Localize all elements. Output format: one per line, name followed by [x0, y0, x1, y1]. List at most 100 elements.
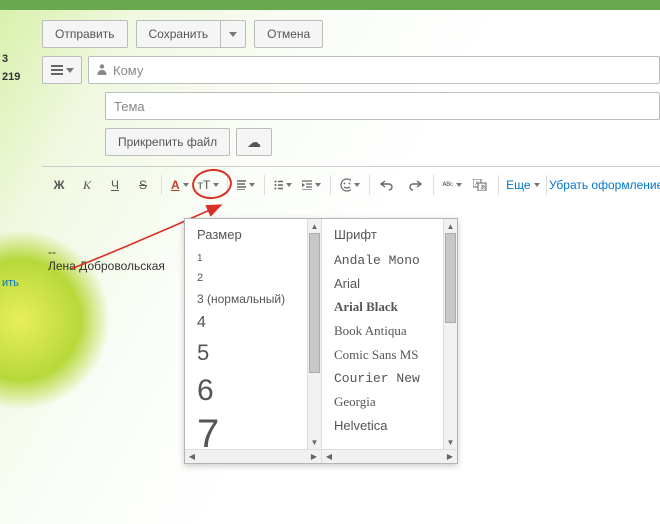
- scroll-down-icon[interactable]: ▼: [308, 435, 321, 449]
- font-option-arial-black[interactable]: Arial Black: [322, 295, 443, 319]
- scroll-left-icon[interactable]: ◀: [322, 450, 336, 463]
- attach-file-button[interactable]: Прикрепить файл: [105, 128, 230, 156]
- redo-icon: [408, 179, 422, 191]
- spellcheck-button[interactable]: ᴬᴮᶜ: [439, 173, 465, 197]
- size-option-6[interactable]: 6: [185, 370, 307, 412]
- underline-button[interactable]: Ч: [102, 173, 128, 197]
- indent-icon: [302, 180, 311, 190]
- chevron-down-icon: [229, 32, 237, 37]
- italic-button[interactable]: К: [74, 173, 100, 197]
- font-header: Шрифт: [322, 219, 457, 249]
- sidebar-link-fragment[interactable]: ить: [0, 274, 21, 292]
- separator: [227, 175, 228, 195]
- redo-button[interactable]: [402, 173, 428, 197]
- scrollbar-thumb[interactable]: [309, 233, 320, 373]
- sidebar-count-2: 219: [0, 68, 30, 86]
- to-placeholder: Кому: [113, 63, 143, 78]
- left-sidebar: 3 219 ить: [0, 50, 30, 86]
- font-option-georgia[interactable]: Georgia: [322, 390, 443, 414]
- font-option-comic-sans[interactable]: Comic Sans MS: [322, 343, 443, 367]
- person-icon: [97, 63, 107, 78]
- to-field[interactable]: Кому: [88, 56, 660, 84]
- scroll-right-icon[interactable]: ▶: [307, 450, 321, 463]
- bold-button[interactable]: Ж: [46, 173, 72, 197]
- align-left-icon: [237, 180, 246, 190]
- font-option-andale[interactable]: Andale Mono: [322, 249, 443, 272]
- font-option-arial[interactable]: Arial: [322, 272, 443, 295]
- size-hscrollbar[interactable]: ◀ ▶: [185, 449, 321, 463]
- smiley-icon: [340, 178, 351, 192]
- separator: [369, 175, 370, 195]
- subject-placeholder: Тема: [114, 99, 145, 114]
- size-option-2[interactable]: 2: [185, 268, 307, 288]
- send-button[interactable]: Отправить: [42, 20, 128, 48]
- scroll-down-icon[interactable]: ▼: [444, 435, 457, 449]
- translate-icon: Aあ: [473, 179, 487, 191]
- list-button[interactable]: [270, 173, 296, 197]
- chevron-down-icon: [315, 183, 321, 187]
- separator: [330, 175, 331, 195]
- font-option-helvetica[interactable]: Helvetica: [322, 414, 443, 437]
- list-icon: [274, 180, 283, 190]
- chevron-down-icon: [66, 68, 74, 73]
- font-size-dropdown: Размер 1 2 3 (нормальный) 4 5 6 7 ▲ ▼ ◀ …: [184, 218, 458, 464]
- separator: [161, 175, 162, 195]
- scroll-left-icon[interactable]: ◀: [185, 450, 199, 463]
- chevron-down-icon: [213, 183, 219, 187]
- save-label: Сохранить: [137, 27, 221, 41]
- scroll-up-icon[interactable]: ▲: [308, 219, 321, 233]
- size-option-5[interactable]: 5: [185, 336, 307, 370]
- separator: [264, 175, 265, 195]
- undo-icon: [380, 179, 394, 191]
- chevron-down-icon: [249, 183, 255, 187]
- size-option-4[interactable]: 4: [185, 310, 307, 336]
- chevron-down-icon: [534, 183, 540, 187]
- strikethrough-button[interactable]: S: [130, 173, 156, 197]
- font-size-button[interactable]: тТ: [195, 173, 222, 197]
- cloud-icon: ☁: [247, 134, 261, 151]
- chevron-down-icon: [456, 183, 462, 187]
- separator: [433, 175, 434, 195]
- svg-text:あ: あ: [480, 185, 486, 192]
- chevron-down-icon: [354, 183, 360, 187]
- size-option-3[interactable]: 3 (нормальный): [185, 288, 307, 310]
- more-button[interactable]: Еще: [504, 173, 541, 197]
- undo-button[interactable]: [374, 173, 400, 197]
- align-button[interactable]: [233, 173, 259, 197]
- size-option-1[interactable]: 1: [185, 249, 307, 268]
- app-header-bar: [0, 0, 660, 10]
- remove-formatting-button[interactable]: Убрать оформление: [552, 173, 660, 197]
- size-header: Размер: [185, 219, 321, 249]
- scrollbar-thumb[interactable]: [445, 233, 456, 323]
- size-scrollbar[interactable]: ▲ ▼: [307, 219, 321, 449]
- scroll-up-icon[interactable]: ▲: [444, 219, 457, 233]
- translate-button[interactable]: Aあ: [467, 173, 493, 197]
- format-toolbar: Ж К Ч S A тТ: [42, 166, 660, 197]
- chevron-down-icon: [183, 183, 189, 187]
- save-dropdown-toggle[interactable]: [220, 21, 245, 47]
- sidebar-count-1: 3: [0, 50, 30, 68]
- scroll-right-icon[interactable]: ▶: [443, 450, 457, 463]
- cancel-button[interactable]: Отмена: [254, 20, 323, 48]
- subject-field[interactable]: Тема: [105, 92, 660, 120]
- size-list: 1 2 3 (нормальный) 4 5 6 7: [185, 249, 321, 449]
- emoji-button[interactable]: [336, 173, 364, 197]
- menu-icon: [51, 65, 63, 75]
- separator: [498, 175, 499, 195]
- save-button[interactable]: Сохранить: [136, 20, 247, 48]
- separator: [546, 175, 547, 195]
- main-toolbar: Отправить Сохранить Отмена: [0, 10, 660, 58]
- size-option-7[interactable]: 7: [185, 412, 307, 449]
- font-list: Andale Mono Arial Arial Black Book Antiq…: [322, 249, 457, 437]
- font-option-book-antiqua[interactable]: Book Antiqua: [322, 319, 443, 343]
- chevron-down-icon: [286, 183, 292, 187]
- text-color-button[interactable]: A: [167, 173, 193, 197]
- size-column: Размер 1 2 3 (нормальный) 4 5 6 7 ▲ ▼ ◀ …: [185, 219, 321, 463]
- font-option-courier[interactable]: Courier New: [322, 367, 443, 390]
- compose-menu-button[interactable]: [42, 56, 82, 84]
- svg-text:A: A: [475, 182, 479, 188]
- cloud-attach-button[interactable]: ☁: [236, 128, 272, 156]
- font-hscrollbar[interactable]: ◀ ▶: [322, 449, 457, 463]
- font-scrollbar[interactable]: ▲ ▼: [443, 219, 457, 449]
- indent-button[interactable]: [298, 173, 324, 197]
